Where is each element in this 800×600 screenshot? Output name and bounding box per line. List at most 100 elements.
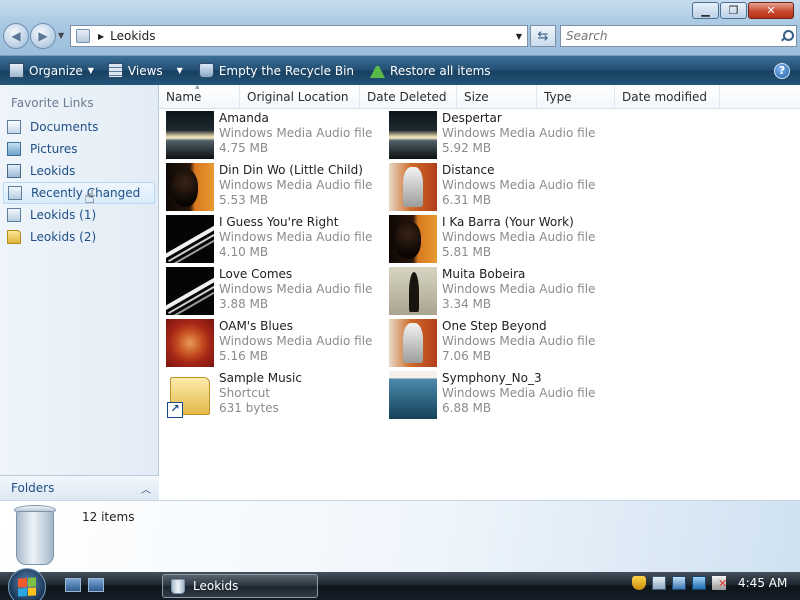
file-name: Amanda (219, 111, 269, 125)
show-desktop-icon[interactable] (65, 578, 81, 592)
file-size: 6.31 MB (442, 193, 492, 207)
column-header-label: Size (464, 90, 489, 104)
restore-all-button[interactable]: Restore all items (370, 63, 491, 78)
file-tile[interactable]: One Step Beyond Windows Media Audio file 7… (389, 318, 609, 370)
album-art-icon (389, 215, 437, 263)
file-list: Name Original Location Date Deleted Size… (159, 82, 800, 500)
file-tile[interactable]: I Ka Barra (Your Work) Windows Media Audi… (389, 214, 609, 266)
chevron-down-icon: ▼ (176, 66, 183, 75)
organize-icon (9, 63, 24, 78)
file-size: 5.92 MB (442, 141, 492, 155)
address-bar[interactable]: ▶ Leokids ▼ (70, 25, 528, 47)
column-header-type[interactable]: Type (537, 85, 615, 109)
file-tile[interactable]: Amanda Windows Media Audio file 4.75 MB (166, 110, 386, 162)
window-controls: ▁ ❐ ✕ (691, 2, 794, 19)
column-header-size[interactable]: Size (457, 85, 537, 109)
column-header-label: Date modified (622, 90, 708, 104)
file-tile[interactable]: Love Comes Windows Media Audio file 3.88 M… (166, 266, 386, 318)
security-shield-icon[interactable] (632, 576, 646, 590)
nav-link-leokids[interactable]: Leokids (3, 160, 155, 182)
file-tile[interactable]: Distance Windows Media Audio file 6.31 MB (389, 162, 609, 214)
file-tile[interactable]: Din Din Wo (Little Child) Windows Media A… (166, 162, 386, 214)
close-button[interactable]: ✕ (748, 2, 794, 19)
column-header-name[interactable]: Name (159, 82, 240, 109)
volume-muted-icon[interactable] (712, 576, 727, 590)
back-button[interactable]: ◀ (3, 23, 29, 49)
network-connection-icon[interactable] (692, 576, 706, 590)
file-name: One Step Beyond (442, 319, 547, 333)
album-art-icon (389, 371, 437, 419)
file-type: Windows Media Audio file (219, 230, 373, 244)
minimize-button[interactable]: ▁ (692, 2, 719, 19)
file-name: Din Din Wo (Little Child) (219, 163, 363, 177)
nav-link-documents[interactable]: Documents (3, 116, 155, 138)
forward-button[interactable]: ▶ (30, 23, 56, 49)
start-button[interactable] (8, 568, 46, 600)
file-type: Windows Media Audio file (442, 282, 596, 296)
refresh-button[interactable]: ⇆ (530, 25, 556, 47)
file-tile[interactable]: Symphony_No_3 Windows Media Audio file 6.8… (389, 370, 609, 422)
address-dropdown-icon[interactable]: ▼ (516, 32, 522, 41)
empty-recycle-bin-button[interactable]: Empty the Recycle Bin (198, 63, 355, 78)
title-bar: ▁ ❐ ✕ ◀ ▶ ▼ ▶ Leokids ▼ ⇆ (0, 0, 800, 56)
file-size: 4.75 MB (219, 141, 269, 155)
column-header-label: Name (166, 90, 202, 104)
user-icon (7, 164, 21, 178)
system-tray: 4:45 AM (632, 576, 787, 590)
album-art-icon (166, 111, 214, 159)
file-name: I Guess You're Right (219, 215, 339, 229)
file-tile[interactable]: Despertar Windows Media Audio file 5.92 MB (389, 110, 609, 162)
column-header-date-modified[interactable]: Date modified (615, 85, 720, 109)
file-tile[interactable]: Sample MusicShortcut631 bytes (166, 370, 386, 422)
switch-windows-icon[interactable] (88, 578, 104, 592)
nav-link-pictures[interactable]: Pictures (3, 138, 155, 160)
file-size: 5.16 MB (219, 349, 269, 363)
maximize-button[interactable]: ❐ (720, 2, 747, 19)
clock[interactable]: 4:45 AM (738, 576, 787, 590)
recent-pages-dropdown[interactable]: ▼ (58, 31, 64, 40)
empty-recycle-bin-label: Empty the Recycle Bin (218, 63, 355, 78)
forward-arrow-icon: ▶ (38, 29, 48, 43)
pictures-icon (7, 142, 21, 156)
file-type: Windows Media Audio file (442, 386, 596, 400)
file-type: Windows Media Audio file (442, 334, 596, 348)
help-button[interactable]: ? (774, 62, 790, 79)
refresh-icon: ⇆ (537, 28, 549, 44)
views-button[interactable]: Views ▼ (107, 63, 183, 78)
file-tile[interactable]: I Guess You're Right Windows Media Audio … (166, 214, 386, 266)
search-input[interactable] (566, 29, 766, 43)
column-header-date-deleted[interactable]: Date Deleted (360, 85, 457, 109)
folders-toggle[interactable]: Folders ︿ (0, 475, 159, 500)
views-label: Views (127, 63, 163, 78)
file-tile[interactable]: Muita Bobeira Windows Media Audio file 3.3… (389, 266, 609, 318)
help-icon: ? (778, 64, 786, 77)
file-name: Muita Bobeira (442, 267, 526, 281)
album-art-icon (166, 163, 214, 211)
breadcrumb-separator-icon[interactable]: ▶ (98, 32, 104, 41)
album-art-icon (166, 215, 214, 263)
file-size: 631 bytes (219, 401, 279, 415)
album-art-icon (389, 111, 437, 159)
column-header-original-location[interactable]: Original Location (240, 85, 360, 109)
search-box[interactable] (560, 25, 797, 47)
chevron-down-icon: ▼ (87, 66, 94, 75)
file-name: Distance (442, 163, 495, 177)
taskbar-button-label: Leokids (193, 579, 239, 593)
organize-button[interactable]: Organize ▼ (9, 63, 94, 78)
file-type: Windows Media Audio file (442, 126, 596, 140)
search-icon[interactable] (780, 30, 794, 42)
taskbar-button-leokids[interactable]: Leokids (162, 574, 318, 598)
windows-logo-icon (18, 577, 36, 597)
file-name: Despertar (442, 111, 502, 125)
file-tile[interactable]: OAM's Blues Windows Media Audio file 5.16 … (166, 318, 386, 370)
windows-defender-icon[interactable] (652, 576, 666, 590)
nav-link-leokids-2[interactable]: Leokids (2) (3, 226, 155, 248)
nav-link-recently-changed[interactable]: Recently Changed (3, 182, 155, 204)
details-pane: 12 items (0, 500, 800, 572)
shortcut-folder-icon (166, 371, 214, 419)
nav-link-leokids-1[interactable]: Leokids (1) (3, 204, 155, 226)
breadcrumb-leokids[interactable]: Leokids (110, 29, 155, 43)
network-icon[interactable] (672, 576, 686, 590)
file-size: 7.06 MB (442, 349, 492, 363)
album-art-icon (389, 319, 437, 367)
